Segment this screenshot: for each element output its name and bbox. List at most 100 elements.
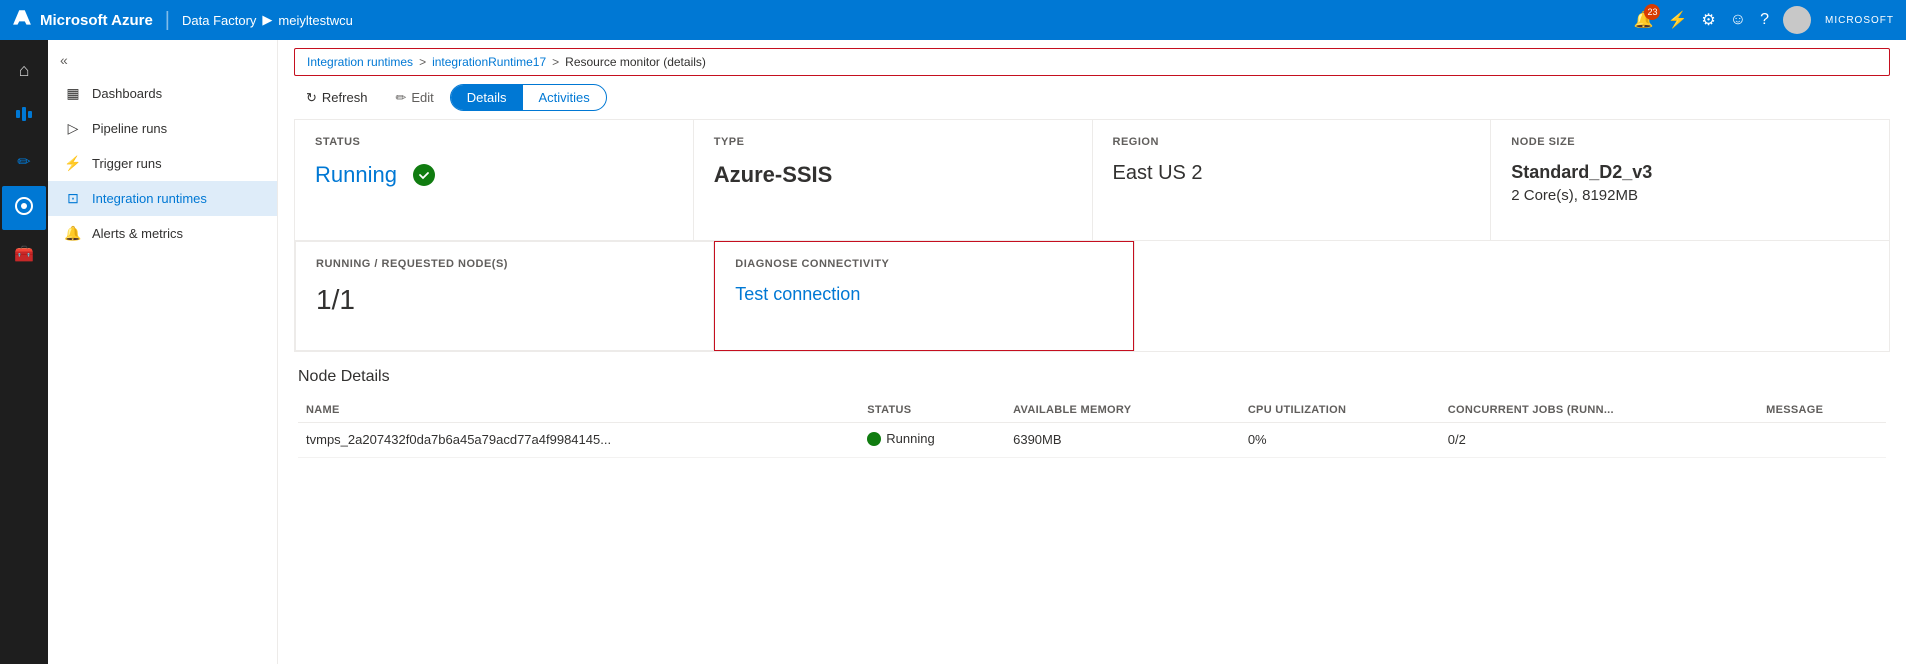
table-header-row: NAME STATUS AVAILABLE MEMORY CPU UTILIZA… [298,398,1886,423]
tab-details[interactable]: Details [451,85,523,110]
sidebar-item-data-factory[interactable] [2,94,46,138]
row-cpu: 0% [1240,423,1440,458]
card-type-label: TYPE [714,136,1072,148]
toolbar: ↻ Refresh ✏ Edit Details Activities [278,76,1906,119]
card-running-nodes-value: 1/1 [316,284,693,316]
row-concurrent-jobs: 0/2 [1440,423,1758,458]
node-details-table: NAME STATUS AVAILABLE MEMORY CPU UTILIZA… [298,398,1886,458]
col-cpu: CPU UTILIZATION [1240,398,1440,423]
test-connection-link[interactable]: Test connection [735,284,860,304]
sidebar-item-pipeline-runs[interactable]: ▷ Pipeline runs [48,111,277,146]
row-status-label: Running [886,431,934,446]
brand-label: Microsoft Azure [40,12,153,29]
sidebar-item-integration-runtimes[interactable]: ⊡ Integration runtimes [48,181,277,216]
settings-icon[interactable]: ⚙ [1701,10,1715,30]
card-node-size-label: NODE SIZE [1511,136,1869,148]
row-message [1758,423,1886,458]
sidebar-item-trigger-runs[interactable]: ⚡ Trigger runs [48,146,277,181]
top-breadcrumb: Data Factory ▶ meiyltestwcu [182,12,353,28]
notifications-icon[interactable]: 🔔 23 [1634,10,1654,30]
sidebar-item-trigger-runs-label: Trigger runs [92,156,162,171]
sidebar-item-alerts-metrics-label: Alerts & metrics [92,226,183,241]
green-status-dot [867,432,881,446]
card-node-size-value: Standard_D2_v3 [1511,162,1869,183]
cards-row2: RUNNING / REQUESTED NODE(S) 1/1 DIAGNOSE… [294,241,1890,352]
col-name: NAME [298,398,859,423]
sidebar-item-dashboards[interactable]: ▦ Dashboards [48,76,277,111]
card-region-value: East US 2 [1113,162,1471,185]
card-type: TYPE Azure-SSIS [694,120,1093,240]
breadcrumb: Integration runtimes > integrationRuntim… [294,48,1890,76]
dashboards-icon: ▦ [64,85,82,102]
edit-icon: ✏ [395,90,406,106]
left-nav-header: « [48,44,277,76]
table-row: tvmps_2a207432f0da7b6a45a79acd77a4f99841… [298,423,1886,458]
pipeline-runs-icon: ▷ [64,120,82,137]
col-memory: AVAILABLE MEMORY [1005,398,1240,423]
smiley-icon[interactable]: ☺ [1730,11,1746,29]
cloud-shell-icon[interactable]: ⚡ [1667,10,1687,30]
trigger-runs-icon: ⚡ [64,155,82,172]
avatar[interactable] [1783,6,1811,34]
card-diagnose-label: DIAGNOSE CONNECTIVITY [735,258,1112,270]
refresh-button[interactable]: ↻ Refresh [294,85,379,111]
collapse-button[interactable]: « [60,52,68,68]
row-name: tvmps_2a207432f0da7b6a45a79acd77a4f99841… [298,423,859,458]
card-running-nodes-label: RUNNING / REQUESTED NODE(S) [316,258,693,270]
col-status: STATUS [859,398,1005,423]
card-region-label: REGION [1113,136,1471,148]
sidebar-item-pipeline-runs-label: Pipeline runs [92,121,167,136]
top-breadcrumb-instance[interactable]: meiyltestwcu [278,13,352,28]
sidebar-item-dashboards-label: Dashboards [92,86,162,101]
edit-button[interactable]: ✏ Edit [383,85,445,111]
col-concurrent-jobs: CONCURRENT JOBS (RUNN... [1440,398,1758,423]
card-status-label: STATUS [315,136,673,148]
sidebar-item-manage[interactable]: 🧰 [2,232,46,276]
row-memory: 6390MB [1005,423,1240,458]
main-content: Integration runtimes > integrationRuntim… [278,40,1906,664]
home-icon: ⌂ [19,60,30,81]
microsoft-label: MICROSOFT [1825,15,1894,26]
sidebar-item-monitor[interactable] [2,186,46,230]
breadcrumb-part2[interactable]: integrationRuntime17 [432,55,546,69]
sidebar-item-integration-runtimes-label: Integration runtimes [92,191,207,206]
tab-activities[interactable]: Activities [523,85,606,110]
card-running-nodes: RUNNING / REQUESTED NODE(S) 1/1 [295,241,714,351]
cards-row: STATUS Running TYPE Azure-SSIS REGION Ea… [294,119,1890,241]
top-bar-right: 🔔 23 ⚡ ⚙ ☺ ? MICROSOFT [1634,6,1894,34]
sidebar-item-author[interactable]: ✏ [2,140,46,184]
card-node-size: NODE SIZE Standard_D2_v3 2 Core(s), 8192… [1491,120,1889,240]
author-icon: ✏ [17,152,30,172]
tab-group: Details Activities [450,84,607,111]
row-status: Running [859,423,1005,458]
breadcrumb-part3: Resource monitor (details) [565,55,706,69]
node-details-section: Node Details NAME STATUS AVAILABLE MEMOR… [278,352,1906,474]
notification-count: 23 [1644,4,1660,20]
card-type-value: Azure-SSIS [714,162,1072,188]
breadcrumb-sep1: > [419,55,426,69]
breadcrumb-part1[interactable]: Integration runtimes [307,55,413,69]
left-nav: « ▦ Dashboards ▷ Pipeline runs ⚡ Trigger… [48,40,278,664]
data-factory-icon [14,104,34,129]
running-badge: Running [867,431,934,446]
manage-icon: 🧰 [14,244,34,264]
sidebar-icons: ⌂ ✏ 🧰 [0,40,48,664]
empty-space [1134,241,1890,351]
monitor-icon [14,196,34,221]
refresh-label: Refresh [322,90,368,105]
edit-label: Edit [411,90,433,105]
layout: ⌂ ✏ 🧰 « ▦ Dashboards ▷ Pipeline [0,40,1906,664]
card-node-size-subvalue: 2 Core(s), 8192MB [1511,187,1869,204]
integration-runtimes-icon: ⊡ [64,190,82,207]
top-bar: Microsoft Azure | Data Factory ▶ meiylte… [0,0,1906,40]
brand: Microsoft Azure [12,8,153,33]
col-message: MESSAGE [1758,398,1886,423]
sidebar-item-home[interactable]: ⌂ [2,48,46,92]
status-check-icon [413,164,435,186]
top-breadcrumb-df[interactable]: Data Factory [182,13,256,28]
card-status: STATUS Running [295,120,694,240]
card-status-value: Running [315,162,397,188]
node-details-title: Node Details [298,368,1886,386]
help-icon[interactable]: ? [1760,11,1769,29]
sidebar-item-alerts-metrics[interactable]: 🔔 Alerts & metrics [48,216,277,251]
